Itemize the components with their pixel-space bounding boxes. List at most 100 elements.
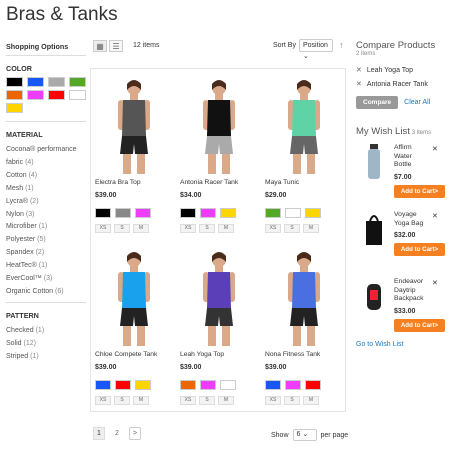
material-option[interactable]: Polyester (5) [6,234,86,247]
color-swatch[interactable] [180,208,196,218]
remove-wishlist-icon[interactable]: ✕ [432,279,438,287]
size-option[interactable]: S [114,396,130,405]
product-image[interactable] [95,245,172,350]
product-name[interactable]: Antonia Racer Tank [180,179,257,186]
size-option[interactable]: M [218,396,234,405]
color-swatch[interactable] [115,380,131,390]
color-swatch[interactable] [115,208,131,218]
product-name[interactable]: Electra Bra Top [95,179,172,186]
material-option[interactable]: EverCool™ (3) [6,273,86,286]
go-to-wishlist-link[interactable]: Go to Wish List [356,341,446,348]
size-option[interactable]: M [133,224,149,233]
size-option[interactable]: XS [180,224,196,233]
compare-item-name[interactable]: Leah Yoga Top [367,67,413,74]
wishlist-item-name[interactable]: Affirm Water Bottle [394,144,430,170]
wishlist-product-image-bag[interactable] [364,211,384,247]
color-swatch[interactable] [180,380,196,390]
compare-item-name[interactable]: Antonia Racer Tank [367,81,428,88]
product-image[interactable] [265,73,342,178]
add-to-cart-button[interactable]: Add to Cart> [394,243,445,257]
color-swatch[interactable] [265,380,281,390]
material-option[interactable]: Cocona® performance fabric (4) [6,144,86,170]
color-swatch[interactable] [200,380,216,390]
color-swatch[interactable] [69,77,86,87]
material-option[interactable]: Lycra® (2) [6,196,86,209]
wishlist-product-image-bottle[interactable] [364,144,384,180]
size-option[interactable]: M [303,224,319,233]
color-swatch[interactable] [220,380,236,390]
color-swatch[interactable] [220,208,236,218]
color-swatch[interactable] [6,77,23,87]
material-option[interactable]: Spandex (2) [6,247,86,260]
remove-wishlist-icon[interactable]: ✕ [432,212,438,220]
color-swatch[interactable] [305,380,321,390]
pattern-option[interactable]: Solid (12) [6,338,86,351]
remove-compare-icon[interactable]: ✕ [356,67,362,74]
page-2-link[interactable]: 2 [111,427,123,440]
sort-by-select[interactable]: Position ⌄ [299,39,333,60]
size-option[interactable]: XS [95,224,111,233]
color-swatch[interactable] [6,103,23,113]
size-option[interactable]: XS [95,396,111,405]
color-swatch[interactable] [95,380,111,390]
remove-wishlist-icon[interactable]: ✕ [432,145,438,153]
color-swatch[interactable] [27,90,44,100]
size-option[interactable]: M [133,396,149,405]
product-image[interactable] [265,245,342,350]
product-color-swatches [265,380,342,390]
size-option[interactable]: M [303,396,319,405]
add-to-cart-button[interactable]: Add to Cart> [394,184,445,198]
pattern-option[interactable]: Striped (1) [6,351,86,364]
pattern-option[interactable]: Checked (1) [6,325,86,338]
page-1-link[interactable]: 1 [93,427,105,440]
color-swatch[interactable] [6,90,23,100]
material-option[interactable]: Nylon (3) [6,209,86,222]
color-swatch[interactable] [200,208,216,218]
add-to-cart-button[interactable]: Add to Cart> [394,318,445,332]
clear-all-link[interactable]: Clear All [404,99,430,106]
product-image[interactable] [180,245,257,350]
size-option[interactable]: S [114,224,130,233]
product-name[interactable]: Maya Tunic [265,179,342,186]
size-option[interactable]: S [284,396,300,405]
size-option[interactable]: XS [265,224,281,233]
size-option[interactable]: M [218,224,234,233]
color-swatch[interactable] [265,208,281,218]
product-image[interactable] [95,73,172,178]
wishlist-product-image-backpack[interactable] [364,278,384,314]
color-swatch[interactable] [48,77,65,87]
wishlist-item-name[interactable]: Voyage Yoga Bag [394,211,430,228]
sort-direction-icon[interactable]: ↑ [339,40,344,50]
color-swatch[interactable] [95,208,111,218]
size-option[interactable]: S [199,224,215,233]
size-option[interactable]: S [284,224,300,233]
product-name[interactable]: Nona Fitness Tank [265,351,342,358]
material-option[interactable]: Microfiber (1) [6,221,86,234]
material-option[interactable]: Mesh (1) [6,183,86,196]
product-price: $34.00 [180,192,202,199]
product-name[interactable]: Chloe Compete Tank [95,351,172,358]
product-name[interactable]: Leah Yoga Top [180,351,257,358]
product-image[interactable] [180,73,257,178]
color-swatch[interactable] [135,380,151,390]
size-option[interactable]: S [199,396,215,405]
size-option[interactable]: XS [265,396,281,405]
wishlist-item-name[interactable]: Endeavor Daytrip Backpack [394,278,430,304]
list-view-icon[interactable]: ☰ [109,40,123,52]
remove-compare-icon[interactable]: ✕ [356,81,362,88]
color-swatch[interactable] [27,77,44,87]
material-option[interactable]: HeatTec® (1) [6,260,86,273]
material-option[interactable]: Organic Cotton (6) [6,286,86,299]
size-option[interactable]: XS [180,396,196,405]
material-option[interactable]: Cotton (4) [6,170,86,183]
color-swatch[interactable] [48,90,65,100]
limiter-select[interactable]: 6 ⌄ [292,429,317,441]
color-swatch[interactable] [135,208,151,218]
color-swatch[interactable] [305,208,321,218]
compare-button[interactable]: Compare [356,96,399,109]
next-page-icon[interactable]: > [129,427,141,440]
color-swatch[interactable] [285,380,301,390]
color-swatch[interactable] [285,208,301,218]
grid-view-icon[interactable]: ▦ [93,40,107,52]
color-swatch[interactable] [69,90,86,100]
